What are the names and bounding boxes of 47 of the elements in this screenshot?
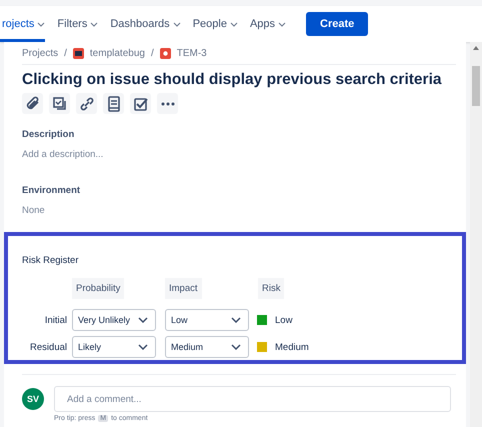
nav-menu-item[interactable]: Dashboards [110, 6, 181, 42]
chevron-icon [231, 344, 241, 350]
panel-title: Risk Register [22, 255, 80, 266]
checklist-icon[interactable] [130, 93, 151, 114]
more-icon[interactable] [157, 93, 178, 114]
breadcrumb-separator: / [150, 48, 154, 59]
chevron-icon [230, 22, 238, 26]
column-header: Impact [165, 278, 202, 299]
column-header: Risk [258, 278, 284, 299]
risk-level: Medium [275, 342, 309, 352]
field-value: None [22, 205, 46, 216]
nav-menu-item[interactable]: Filters [57, 6, 98, 42]
field-label: Environment [22, 185, 82, 196]
breadcrumb-link[interactable]: Projects [22, 48, 58, 59]
project-icon [72, 48, 84, 59]
description-field[interactable]: Add a description... [22, 149, 466, 160]
issue-title: Clicking on issue should display previous search criteria [22, 71, 443, 89]
scrollbar[interactable] [470, 42, 482, 427]
chevron-icon [90, 22, 98, 26]
bug-icon [160, 48, 171, 59]
chevron-icon [138, 344, 148, 350]
chevron-icon [172, 22, 181, 26]
chevron-icon [37, 22, 46, 26]
chevron-icon [138, 317, 148, 323]
impact-select[interactable]: Medium [165, 336, 249, 358]
document-icon[interactable] [103, 93, 124, 114]
breadcrumb-link[interactable]: templatebug [90, 48, 145, 59]
impact-select[interactable]: Low [165, 309, 249, 331]
nav-menu-item[interactable]: People [192, 6, 238, 42]
link-icon[interactable] [76, 93, 97, 114]
probability-select[interactable]: Likely [72, 336, 156, 358]
create-button[interactable]: Create [306, 12, 368, 36]
chevron-icon [278, 22, 286, 26]
user-avatar: SV [22, 388, 44, 410]
subtask-icon[interactable] [49, 93, 70, 114]
paperclip-icon[interactable] [22, 93, 43, 114]
risk-level: Low [275, 314, 292, 326]
probability-select[interactable]: Very Unlikely [72, 309, 156, 331]
nav-menu-item[interactable]: Apps [250, 6, 286, 42]
field-label: Description [22, 129, 76, 140]
breadcrumb-link[interactable]: TEM-3 [176, 48, 207, 59]
row-label: Initial [44, 314, 68, 326]
column-header: Probability [72, 278, 124, 299]
row-label: Residual [29, 342, 68, 352]
chevron-icon [231, 317, 241, 323]
comment-field[interactable]: Add a comment... [54, 386, 451, 412]
breadcrumb-separator: / [64, 48, 67, 59]
